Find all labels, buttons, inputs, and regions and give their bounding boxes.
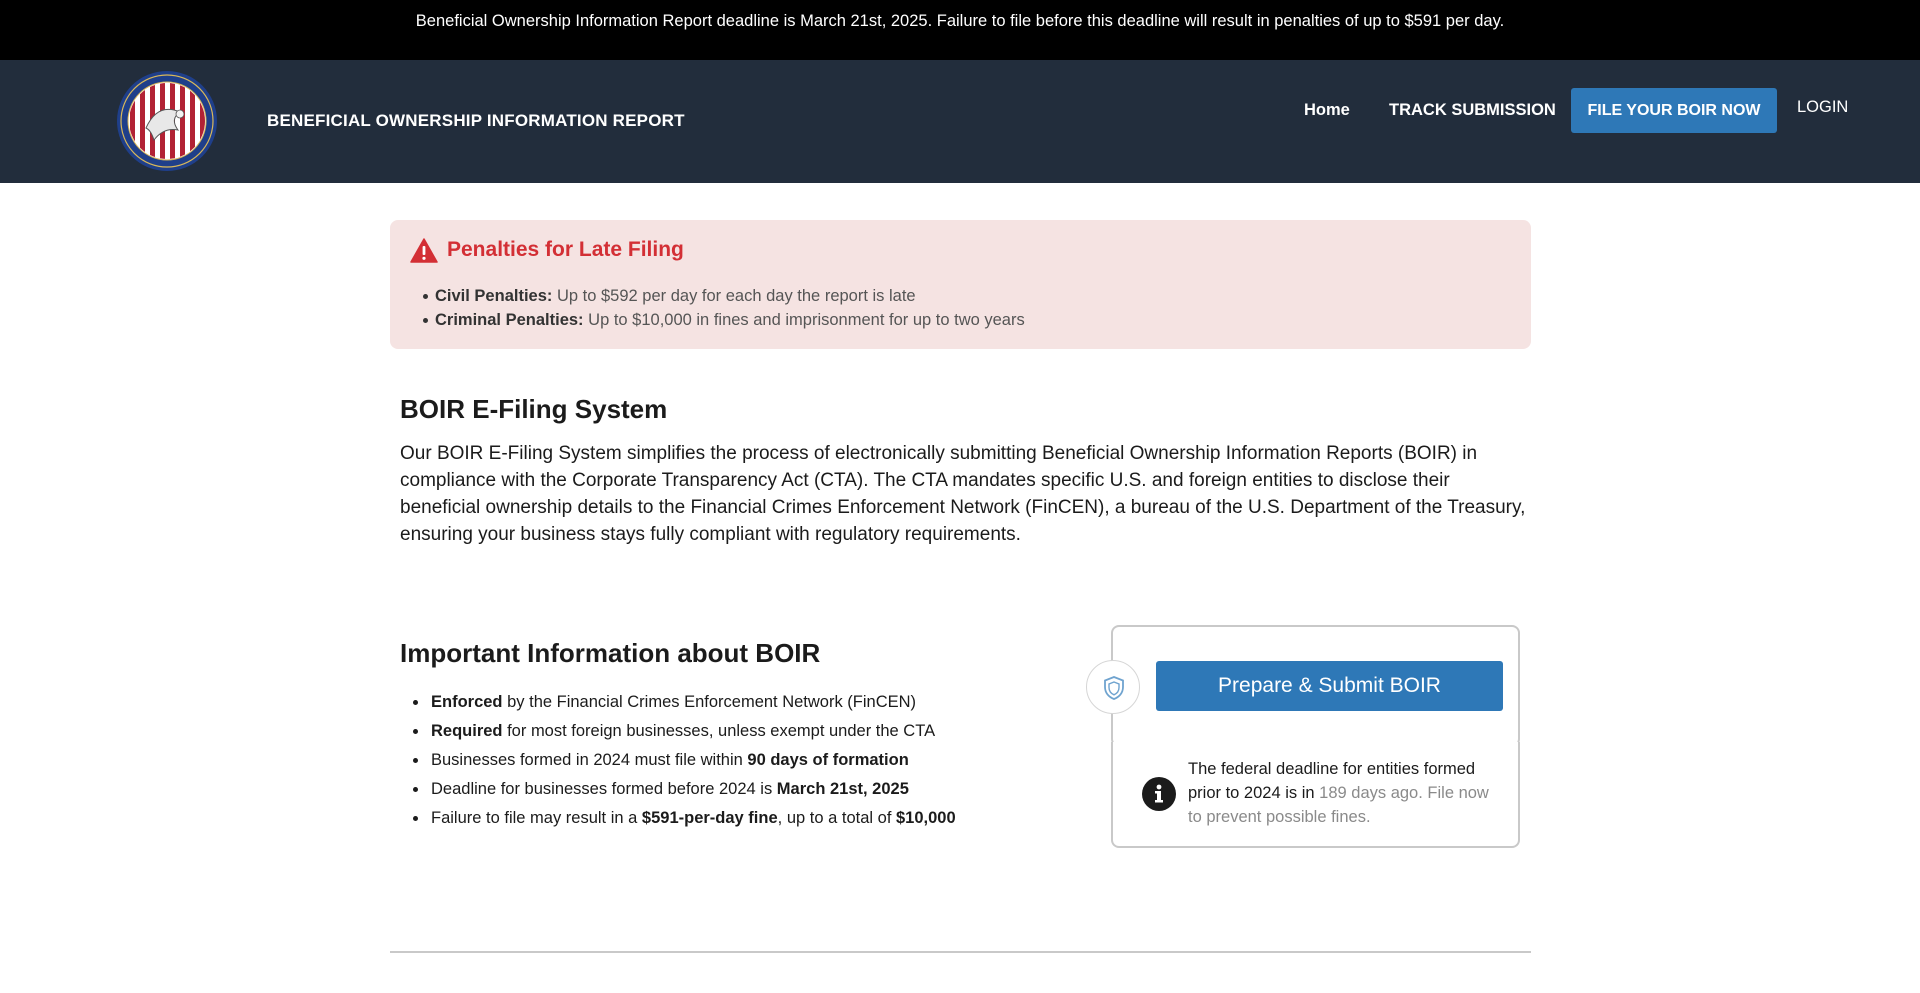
info-bold: Enforced: [431, 693, 503, 711]
deadline-banner-text: Beneficial Ownership Information Report …: [415, 12, 1505, 30]
info-icon: [1142, 777, 1176, 811]
penalty-label: Criminal Penalties:: [435, 311, 584, 329]
list-item: Deadline for businesses formed before 20…: [409, 775, 956, 804]
info-text: Failure to file may result in a: [431, 809, 642, 827]
important-info-heading: Important Information about BOIR: [400, 638, 821, 668]
list-item: Criminal Penalties: Up to $10,000 in fin…: [423, 308, 1025, 332]
efiling-heading: BOIR E-Filing System: [400, 394, 668, 424]
info-text: , up to a total of: [777, 809, 896, 827]
deadline-notice: The federal deadline for entities formed…: [1188, 757, 1504, 829]
file-boir-now-button[interactable]: FILE YOUR BOIR NOW: [1571, 88, 1777, 133]
info-bold: March 21st, 2025: [776, 780, 909, 798]
shield-badge: [1086, 660, 1140, 714]
efiling-paragraph: Our BOIR E-Filing System simplifies the …: [400, 443, 1526, 545]
penalties-alert: Penalties for Late Filing Civil Penaltie…: [390, 220, 1531, 349]
list-item: Enforced by the Financial Crimes Enforce…: [409, 688, 956, 717]
shield-icon: [1104, 676, 1124, 700]
list-item: Businesses formed in 2024 must file with…: [409, 746, 956, 775]
info-text: for most foreign businesses, unless exem…: [502, 722, 936, 740]
info-text: Deadline for businesses formed before 20…: [431, 780, 777, 798]
penalty-text: Up to $592 per day for each day the repo…: [552, 287, 916, 305]
prepare-submit-boir-button[interactable]: Prepare & Submit BOIR: [1156, 661, 1503, 711]
penalty-label: Civil Penalties:: [435, 287, 553, 305]
nav-track-submission-link[interactable]: TRACK SUBMISSION: [1389, 101, 1556, 120]
deadline-banner: Beneficial Ownership Information Report …: [0, 0, 1920, 60]
penalties-list: Civil Penalties: Up to $592 per day for …: [423, 284, 1025, 332]
info-bold: $10,000: [895, 809, 956, 827]
info-text: by the Financial Crimes Enforcement Netw…: [502, 693, 917, 711]
info-text: Businesses formed in 2024 must file with…: [431, 751, 748, 769]
site-header: BENEFICIAL OWNERSHIP INFORMATION REPORT …: [0, 60, 1920, 183]
warning-triangle-icon: [410, 238, 438, 264]
info-bold: Required: [431, 722, 503, 740]
site-title[interactable]: BENEFICIAL OWNERSHIP INFORMATION REPORT: [267, 111, 685, 131]
list-item: Civil Penalties: Up to $592 per day for …: [423, 284, 1025, 308]
site-logo[interactable]: [116, 70, 218, 172]
nav-home-link[interactable]: Home: [1304, 101, 1350, 120]
section-divider: [390, 951, 1531, 953]
info-bold: $591-per-day fine: [641, 809, 778, 827]
penalty-text: Up to $10,000 in fines and imprisonment …: [583, 311, 1025, 329]
nav-login-link[interactable]: LOGIN: [1797, 98, 1848, 117]
important-info-list: Enforced by the Financial Crimes Enforce…: [409, 688, 956, 833]
list-item: Required for most foreign businesses, un…: [409, 717, 956, 746]
alert-title: Penalties for Late Filing: [447, 238, 684, 261]
seal-logo-icon: [117, 71, 217, 171]
info-bold: 90 days of formation: [747, 751, 909, 769]
list-item: Failure to file may result in a $591-per…: [409, 804, 956, 833]
